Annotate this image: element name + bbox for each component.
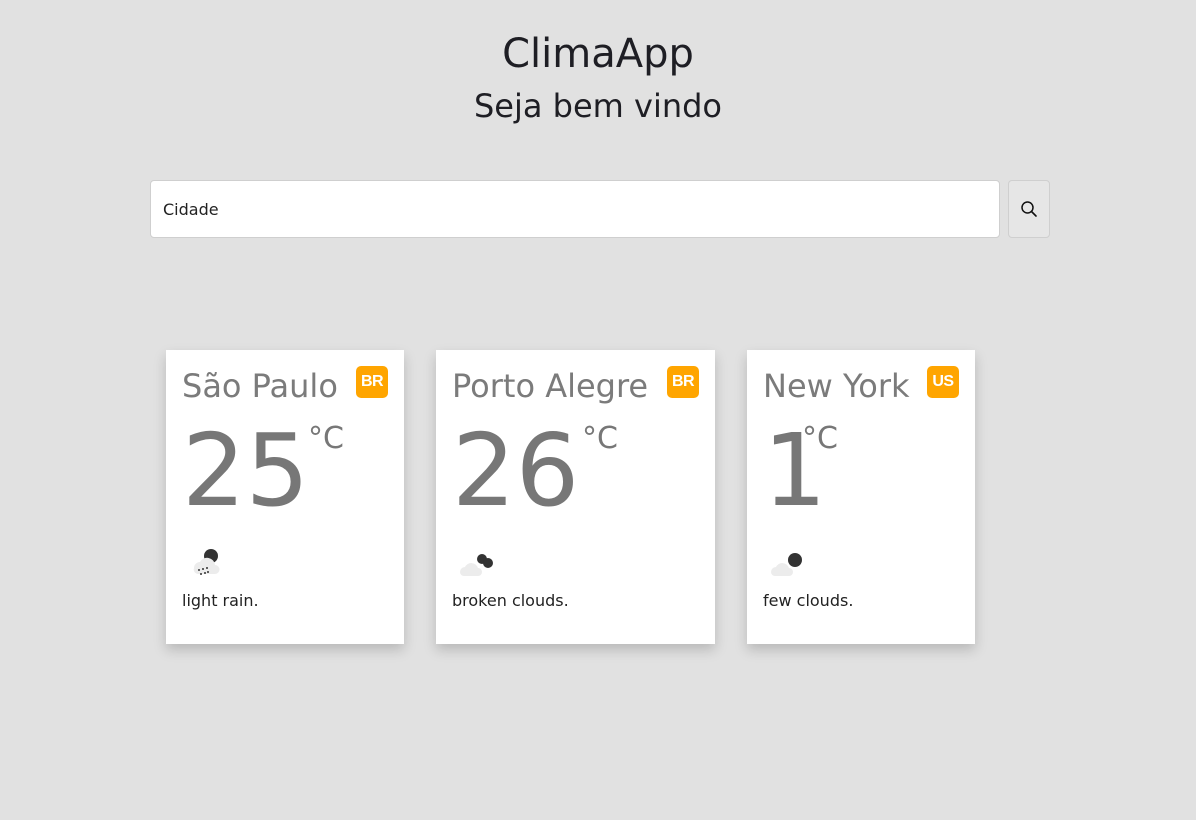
card-temperature-unit: °C [802,421,838,456]
weather-card-porto-alegre: Porto Alegre BR 26 °C broken clouds. [436,350,715,644]
light-rain-icon [193,549,220,575]
weather-card-new-york: New York US 1 °C few clouds. [747,350,975,644]
city-search-input[interactable] [150,180,1000,238]
card-city-name: São Paulo [182,367,338,405]
card-temperature: 25 [182,412,310,529]
card-weather-description: broken clouds. [452,591,569,610]
page: ClimaApp Seja bem vindo São Paulo BR 25 … [0,0,1196,820]
welcome-subtitle: Seja bem vindo [473,87,722,125]
card-city-name: New York [763,367,910,405]
search-button[interactable] [1008,180,1050,238]
few-clouds-icon [771,553,802,576]
broken-clouds-icon [460,554,493,576]
weather-card-sao-paulo: São Paulo BR 25 °C light rain. [166,350,404,644]
country-badge: BR [667,366,699,398]
card-temperature-unit: °C [582,421,618,456]
search-icon [1021,201,1037,217]
country-badge: BR [356,366,388,398]
country-badge: US [927,366,959,398]
card-weather-description: light rain. [182,591,259,610]
card-weather-description: few clouds. [763,591,854,610]
card-temperature-unit: °C [308,421,344,456]
app-title: ClimaApp [502,31,694,77]
card-temperature: 26 [452,412,580,529]
card-city-name: Porto Alegre [452,367,649,405]
